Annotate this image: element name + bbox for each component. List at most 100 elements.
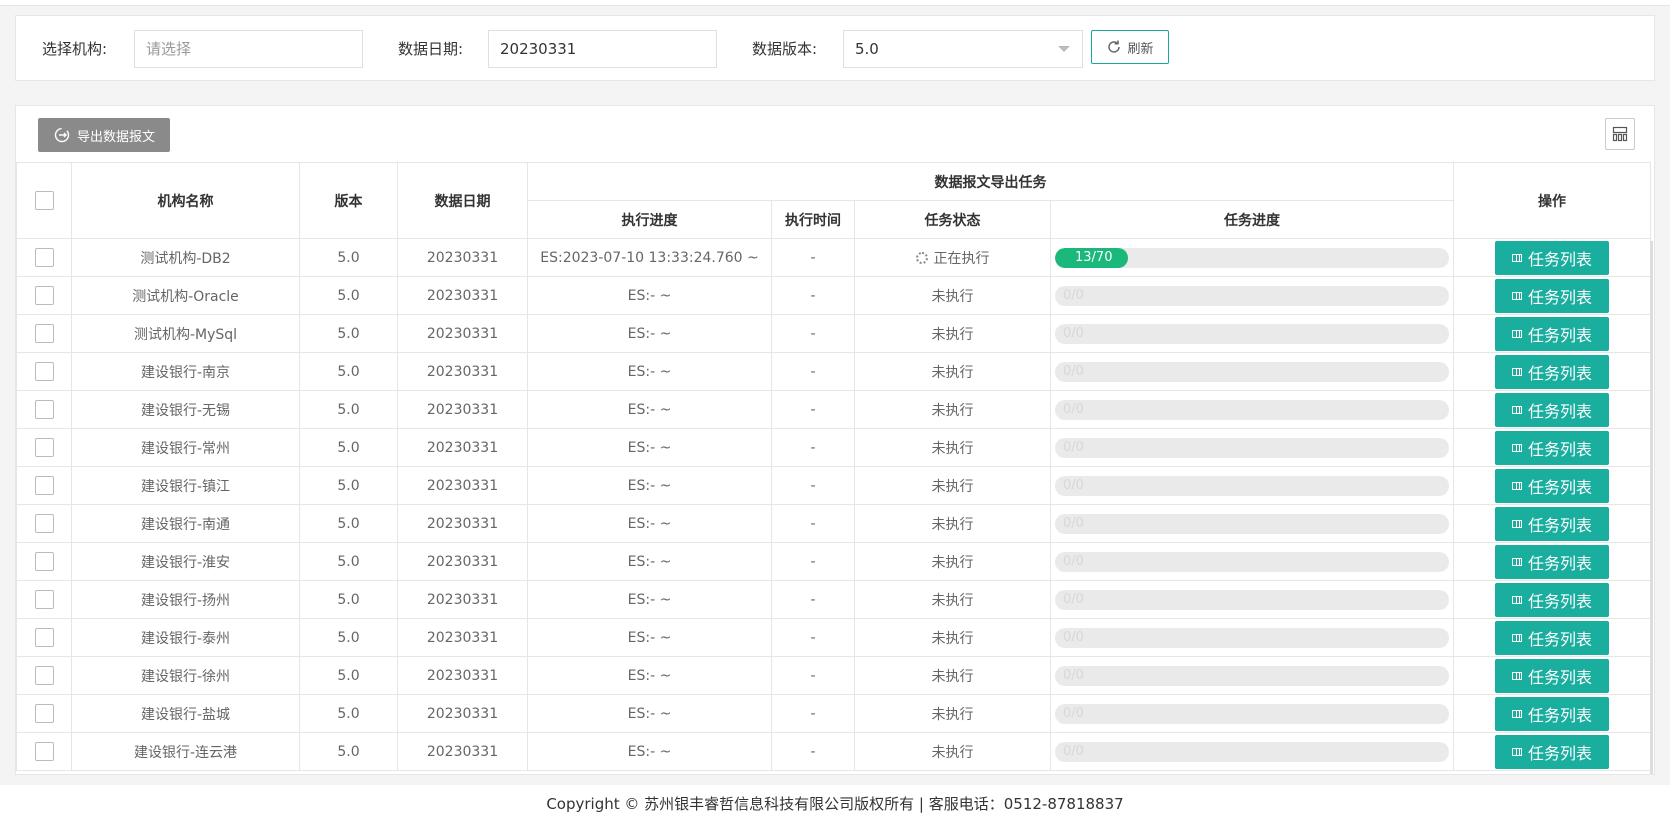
row-select-cell[interactable] <box>16 238 72 277</box>
org-name-cell: 建设银行-泰州 <box>71 618 300 657</box>
select-all-checkbox[interactable] <box>34 191 54 210</box>
row-checkbox[interactable] <box>34 628 54 647</box>
row-checkbox[interactable] <box>34 514 54 533</box>
table-row: 建设银行-泰州 5.0 20230331 ES:- ~ - 未执行 0/0 任务列表 <box>16 618 1651 657</box>
row-select-cell[interactable] <box>16 428 72 467</box>
row-select-cell[interactable] <box>16 580 72 619</box>
grid-icon <box>1511 557 1522 566</box>
column-settings-button[interactable] <box>1605 118 1635 150</box>
task-progress-bar: 0/0 <box>1055 589 1449 610</box>
task-list-button[interactable]: 任务列表 <box>1495 582 1609 617</box>
header-select-all[interactable] <box>16 162 72 239</box>
row-select-cell[interactable] <box>16 732 72 771</box>
row-checkbox[interactable] <box>34 552 54 571</box>
exec-progress-cell: ES:- ~ <box>527 390 772 429</box>
row-select-cell[interactable] <box>16 352 72 391</box>
exec-time-cell: - <box>771 314 855 353</box>
task-list-button[interactable]: 任务列表 <box>1495 240 1609 275</box>
task-status-text: 未执行 <box>931 478 974 495</box>
row-checkbox[interactable] <box>34 590 54 609</box>
row-checkbox[interactable] <box>34 438 54 457</box>
row-select-cell[interactable] <box>16 390 72 429</box>
task-list-button[interactable]: 任务列表 <box>1495 430 1609 465</box>
row-checkbox[interactable] <box>34 362 54 381</box>
action-cell: 任务列表 <box>1453 390 1651 429</box>
task-list-label: 任务列表 <box>1527 743 1592 763</box>
refresh-label: 刷新 <box>1127 41 1154 57</box>
row-checkbox[interactable] <box>34 704 54 723</box>
row-checkbox[interactable] <box>34 324 54 343</box>
grid-icon <box>1511 747 1522 756</box>
task-progress-text: 0/0 <box>1063 667 1084 683</box>
date-input[interactable]: 20230331 <box>488 30 717 68</box>
action-cell: 任务列表 <box>1453 732 1651 771</box>
row-checkbox[interactable] <box>34 476 54 495</box>
task-status-cell: 未执行 <box>854 428 1051 467</box>
task-status-cell: 未执行 <box>854 466 1051 505</box>
task-list-button[interactable]: 任务列表 <box>1495 658 1609 693</box>
exec-time-cell: - <box>771 238 855 277</box>
grid-icon <box>1511 291 1522 300</box>
task-status-cell: 未执行 <box>854 504 1051 543</box>
task-list-label: 任务列表 <box>1527 401 1592 421</box>
org-select[interactable]: 请选择 <box>134 30 363 68</box>
row-select-cell[interactable] <box>16 694 72 733</box>
header-org-name: 机构名称 <box>71 162 300 239</box>
chevron-down-icon <box>1058 46 1070 52</box>
row-select-cell[interactable] <box>16 466 72 505</box>
version-cell: 5.0 <box>299 618 398 657</box>
task-progress-text: 0/0 <box>1063 515 1084 531</box>
row-checkbox[interactable] <box>34 666 54 685</box>
version-cell: 5.0 <box>299 352 398 391</box>
row-select-cell[interactable] <box>16 504 72 543</box>
row-checkbox[interactable] <box>34 286 54 305</box>
task-progress-bar: 0/0 <box>1055 361 1449 382</box>
action-cell: 任务列表 <box>1453 428 1651 467</box>
version-cell: 5.0 <box>299 694 398 733</box>
task-progress-text: 0/0 <box>1063 705 1084 721</box>
version-cell: 5.0 <box>299 466 398 505</box>
task-progress-bar: 0/0 <box>1055 665 1449 686</box>
action-cell: 任务列表 <box>1453 352 1651 391</box>
row-select-cell[interactable] <box>16 656 72 695</box>
exec-progress-cell: ES:- ~ <box>527 618 772 657</box>
row-checkbox[interactable] <box>34 400 54 419</box>
task-list-button[interactable]: 任务列表 <box>1495 544 1609 579</box>
task-list-button[interactable]: 任务列表 <box>1495 392 1609 427</box>
refresh-button[interactable]: 刷新 <box>1091 30 1169 64</box>
data-date-cell: 20230331 <box>397 390 528 429</box>
row-select-cell[interactable] <box>16 276 72 315</box>
row-select-cell[interactable] <box>16 542 72 581</box>
version-select[interactable]: 5.0 <box>843 30 1083 68</box>
exec-progress-cell: ES:- ~ <box>527 732 772 771</box>
row-checkbox[interactable] <box>34 248 54 267</box>
task-status-text: 未执行 <box>931 402 974 419</box>
action-cell: 任务列表 <box>1453 618 1651 657</box>
exec-progress-cell: ES:- ~ <box>527 314 772 353</box>
task-list-button[interactable]: 任务列表 <box>1495 354 1609 389</box>
task-list-button[interactable]: 任务列表 <box>1495 620 1609 655</box>
exec-progress-cell: ES:- ~ <box>527 694 772 733</box>
task-list-button[interactable]: 任务列表 <box>1495 278 1609 313</box>
row-checkbox[interactable] <box>34 742 54 761</box>
action-cell: 任务列表 <box>1453 466 1651 505</box>
task-list-button[interactable]: 任务列表 <box>1495 734 1609 769</box>
task-list-button[interactable]: 任务列表 <box>1495 468 1609 503</box>
vertical-scrollbar[interactable] <box>1650 241 1653 774</box>
task-progress-cell: 0/0 <box>1050 428 1454 467</box>
copyright-text: Copyright © 苏州银丰睿哲信息科技有限公司版权所有 | 客服电话：05… <box>546 795 1124 813</box>
task-list-button[interactable]: 任务列表 <box>1495 506 1609 541</box>
export-button[interactable]: 导出数据报文 <box>38 118 170 152</box>
exec-time-cell: - <box>771 466 855 505</box>
task-progress-text: 0/0 <box>1063 743 1084 759</box>
task-list-label: 任务列表 <box>1527 515 1592 535</box>
task-list-button[interactable]: 任务列表 <box>1495 316 1609 351</box>
table-row: 建设银行-无锡 5.0 20230331 ES:- ~ - 未执行 0/0 任务列表 <box>16 390 1651 429</box>
data-date-cell: 20230331 <box>397 352 528 391</box>
task-status-cell: 未执行 <box>854 580 1051 619</box>
task-list-button[interactable]: 任务列表 <box>1495 696 1609 731</box>
row-select-cell[interactable] <box>16 314 72 353</box>
row-select-cell[interactable] <box>16 618 72 657</box>
refresh-icon <box>1108 40 1121 53</box>
action-cell: 任务列表 <box>1453 542 1651 581</box>
